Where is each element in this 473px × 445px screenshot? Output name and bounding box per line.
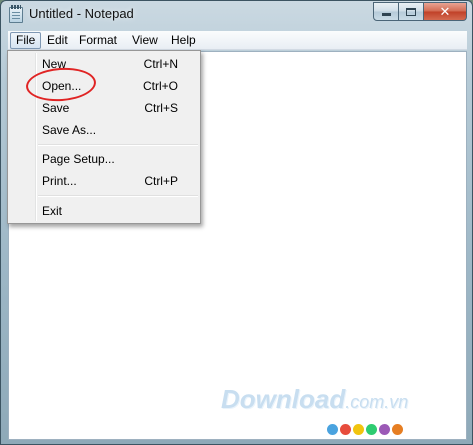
watermark-dot — [392, 424, 403, 435]
watermark-dot — [340, 424, 351, 435]
minimize-button[interactable] — [373, 2, 399, 21]
watermark-domain: .com.vn — [345, 392, 409, 412]
menu-item-label: Exit — [42, 204, 63, 218]
menu-separator — [38, 195, 198, 197]
menu-item-shortcut: Ctrl+N — [143, 57, 178, 71]
maximize-icon — [406, 7, 416, 16]
window-controls: ✕ — [373, 2, 467, 21]
menu-item-save[interactable]: Save Ctrl+S — [10, 97, 198, 119]
menu-separator — [38, 144, 198, 146]
menu-item-shortcut: Ctrl+P — [144, 174, 178, 188]
watermark-dot — [366, 424, 377, 435]
watermark-dots — [327, 424, 403, 435]
menu-item-label: Page Setup... — [42, 152, 115, 166]
menu-item-new[interactable]: New Ctrl+N — [10, 53, 198, 75]
watermark-dot — [353, 424, 364, 435]
maximize-button[interactable] — [399, 2, 424, 21]
watermark-dot — [327, 424, 338, 435]
menu-item-exit[interactable]: Exit — [10, 200, 198, 222]
minimize-icon — [381, 13, 391, 16]
close-button[interactable]: ✕ — [424, 2, 467, 21]
menu-format[interactable]: Format — [74, 32, 122, 49]
menu-item-label: Save As... — [42, 123, 97, 137]
menu-bar: File Edit Format View Help — [8, 31, 467, 50]
menu-item-label: Print... — [42, 174, 77, 188]
menu-file[interactable]: File — [10, 32, 42, 49]
close-icon: ✕ — [439, 3, 451, 19]
menu-edit[interactable]: Edit — [42, 32, 73, 49]
menu-item-save-as[interactable]: Save As... — [10, 119, 198, 141]
menu-item-page-setup[interactable]: Page Setup... — [10, 148, 198, 170]
watermark-brand: Download — [221, 384, 346, 414]
menu-item-print[interactable]: Print... Ctrl+P — [10, 170, 198, 192]
window-title: Untitled - Notepad — [29, 6, 134, 21]
menu-view[interactable]: View — [127, 32, 163, 49]
watermark-dot — [379, 424, 390, 435]
menu-help[interactable]: Help — [166, 32, 201, 49]
watermark-logo: Download.com.vn — [221, 384, 408, 415]
menu-item-label: Save — [42, 101, 70, 115]
title-bar[interactable]: Untitled - Notepad ✕ — [1, 1, 472, 29]
menu-item-shortcut: Ctrl+O — [142, 79, 178, 93]
menu-item-shortcut: Ctrl+S — [144, 101, 178, 115]
notepad-icon[interactable] — [9, 5, 23, 23]
